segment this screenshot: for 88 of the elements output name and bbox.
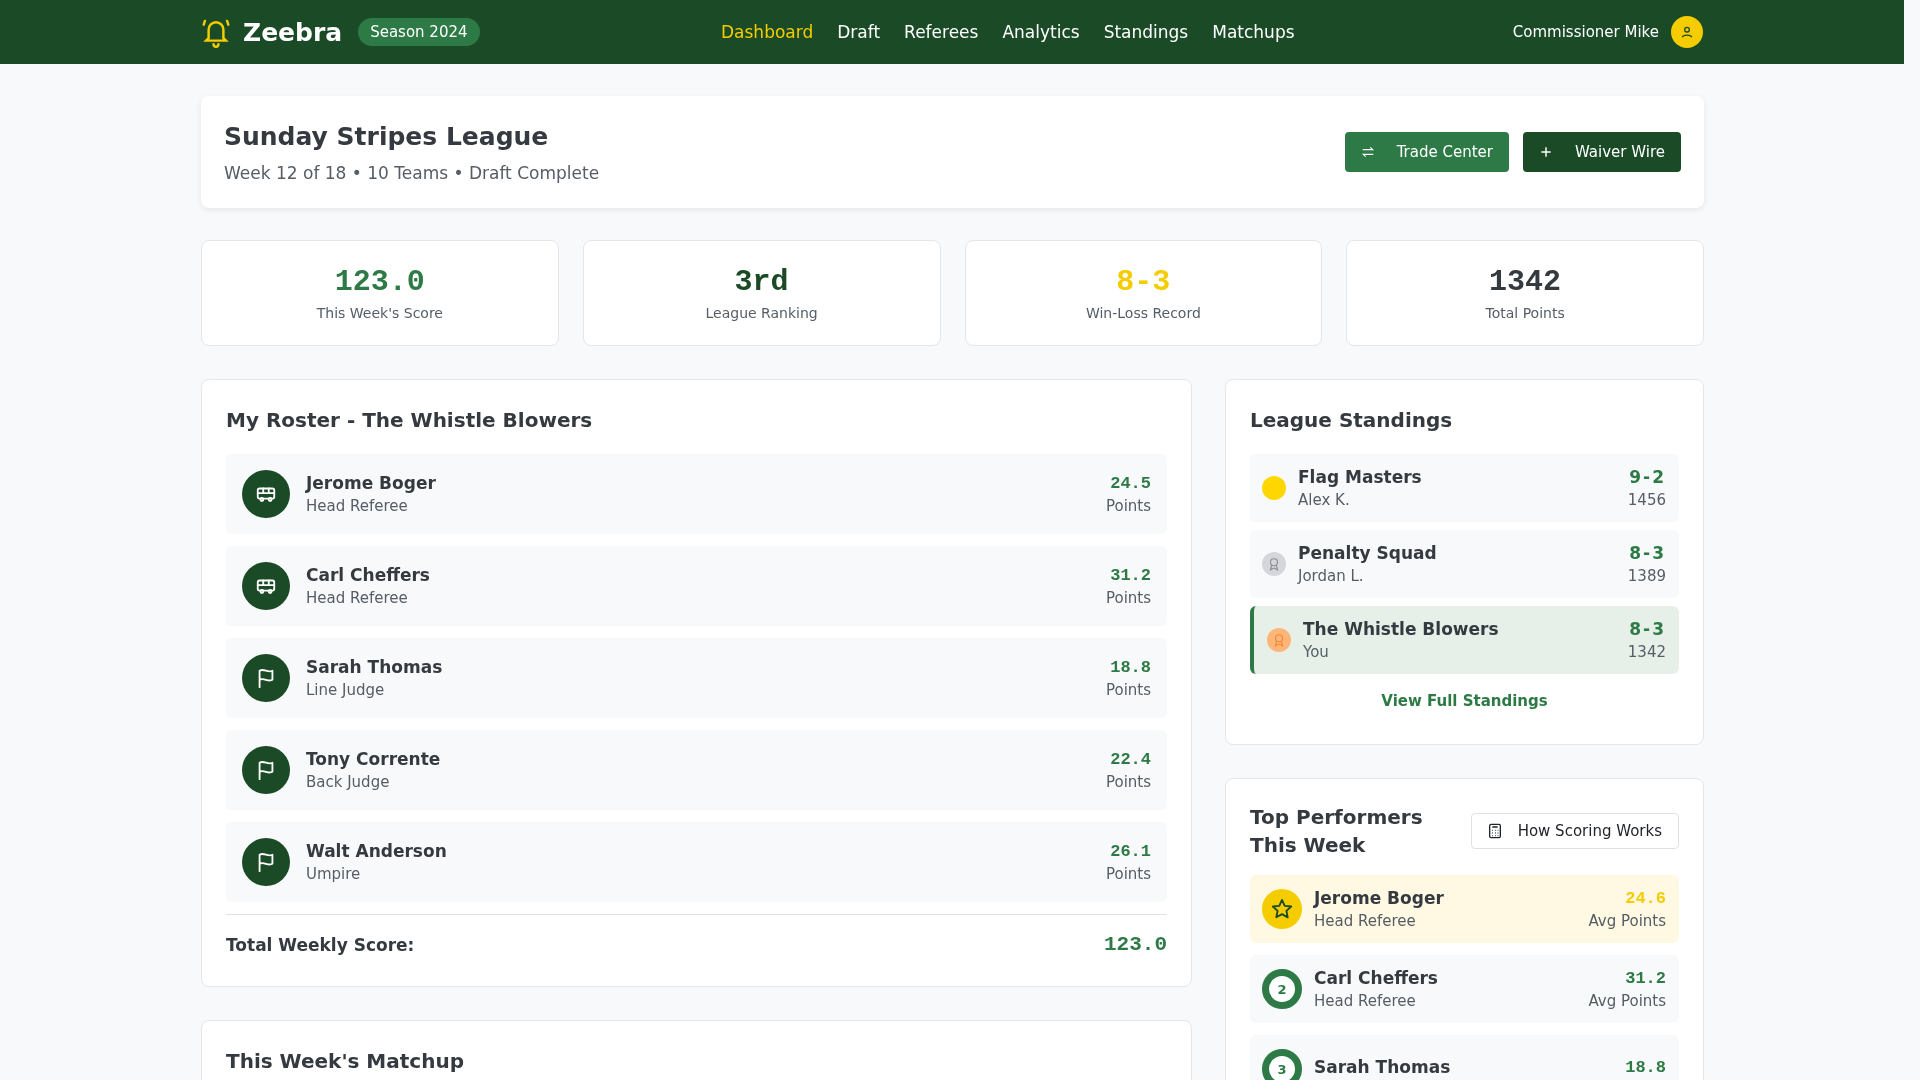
rank-badge: 2	[1262, 969, 1302, 1009]
player-name: Walt Anderson	[306, 841, 448, 861]
stat-value: 8-3	[1116, 265, 1171, 299]
points-label: Points	[1105, 864, 1151, 883]
stat-label: Win-Loss Record	[1085, 305, 1201, 321]
team-owner: Alex K.	[1298, 491, 1351, 509]
player-points: 31.2	[1109, 565, 1151, 585]
player-points: 24.6	[1624, 888, 1666, 908]
points-label: Points	[1105, 680, 1151, 699]
stat-value: 123.0	[334, 265, 425, 299]
player-name: Carl Cheffers	[306, 565, 431, 585]
standings-row[interactable]: The Whistle Blowers You 8-3 1342	[1250, 606, 1679, 674]
player-row[interactable]: Walt Anderson Umpire 26.1 Points	[226, 822, 1167, 902]
waiver-wire-button[interactable]: Waiver Wire	[1523, 132, 1681, 172]
nav-link[interactable]: Referees	[904, 22, 979, 42]
team-record: 9-2	[1628, 467, 1666, 487]
player-row[interactable]: Jerome Boger Head Referee 24.5 Points	[226, 454, 1167, 534]
nav-link[interactable]: Analytics	[1002, 22, 1080, 42]
team-owner: Jordan L.	[1298, 567, 1365, 585]
nav-link[interactable]: Draft	[837, 22, 881, 42]
stat-label: League Ranking	[705, 305, 818, 321]
team-name: The Whistle Blowers	[1303, 619, 1500, 639]
player-points: 18.8	[1625, 1057, 1666, 1077]
points-label: Avg Points	[1588, 911, 1666, 930]
player-row[interactable]: Carl Cheffers Head Referee 31.2 Points	[226, 546, 1167, 626]
stat-label: Total Points	[1485, 305, 1565, 321]
league-subtitle: Week 12 of 18 • 10 Teams • Draft Complete	[224, 162, 600, 183]
player-position: Head Referee	[1314, 992, 1417, 1010]
swap-arrows-icon	[1360, 145, 1375, 159]
player-name: Sarah Thomas	[306, 657, 444, 677]
player-points: 26.1	[1109, 841, 1151, 861]
player-name: Tony Corrente	[306, 749, 442, 769]
team-points: 1389	[1627, 567, 1666, 585]
player-points: 24.5	[1109, 473, 1151, 493]
performer-row[interactable]: 3 Sarah Thomas 18.8	[1250, 1035, 1679, 1080]
player-points: 31.2	[1624, 968, 1666, 988]
team-owner: You	[1303, 643, 1330, 661]
player-position: Head Referee	[306, 589, 409, 607]
brand-name[interactable]: Zeebra	[243, 17, 343, 47]
team-points: 1342	[1627, 643, 1666, 661]
points-label: Points	[1105, 772, 1151, 791]
rank-badge: 3	[1262, 1049, 1302, 1080]
season-badge: Season 2024	[358, 18, 480, 46]
performer-row[interactable]: Jerome Boger Head Referee 24.6 Avg Points	[1250, 875, 1679, 943]
scoring-help-button[interactable]: How Scoring Works	[1470, 813, 1679, 849]
player-points: 22.4	[1109, 749, 1151, 769]
player-name: Sarah Thomas	[1314, 1057, 1452, 1077]
view-standings-link[interactable]: View Full Standings	[1381, 692, 1548, 710]
player-position: Line Judge	[306, 681, 386, 699]
panel-title: This Week's Matchup	[226, 1049, 465, 1073]
team-points: 1456	[1627, 491, 1666, 509]
nav-link[interactable]: Standings	[1103, 22, 1189, 42]
plus-icon	[1539, 145, 1553, 159]
performer-row[interactable]: 2 Carl Cheffers Head Referee 31.2 Avg Points	[1250, 955, 1679, 1023]
stat-value: 3rd	[734, 265, 789, 299]
player-name: Carl Cheffers	[1314, 968, 1439, 988]
panel-title: League Standings	[1250, 408, 1454, 432]
team-name: Flag Masters	[1298, 467, 1423, 487]
standings-row[interactable]: Flag Masters Alex K. 9-2 1456	[1250, 454, 1679, 522]
panel-title: My Roster - The Whistle Blowers	[226, 408, 594, 432]
calculator-icon	[1487, 823, 1502, 839]
total-score: 123.0	[1104, 933, 1167, 956]
points-label: Points	[1105, 496, 1151, 515]
panel-title: Top Performers This Week	[1250, 804, 1424, 859]
points-label: Points	[1105, 588, 1151, 607]
player-name: Jerome Boger	[1314, 888, 1445, 908]
player-position: Head Referee	[1314, 912, 1417, 930]
player-position: Head Referee	[306, 497, 409, 515]
total-label: Total Weekly Score:	[226, 934, 415, 955]
player-points: 18.8	[1109, 657, 1151, 677]
player-row[interactable]: Sarah Thomas Line Judge 18.8 Points	[226, 638, 1167, 718]
standings-row[interactable]: Penalty Squad Jordan L. 8-3 1389	[1250, 530, 1679, 598]
nav-link[interactable]: Dashboard	[721, 22, 814, 42]
player-position: Back Judge	[306, 773, 391, 791]
stat-label: This Week's Score	[316, 305, 443, 321]
nav-link[interactable]: Matchups	[1212, 22, 1295, 42]
points-label: Avg Points	[1588, 991, 1666, 1010]
player-row[interactable]: Tony Corrente Back Judge 22.4 Points	[226, 730, 1167, 810]
stat-value: 1342	[1489, 265, 1562, 299]
player-position: Umpire	[306, 865, 362, 883]
team-name: Penalty Squad	[1298, 543, 1438, 563]
league-title: Sunday Stripes League	[224, 121, 550, 151]
user-name: Commissioner Mike	[1512, 23, 1659, 41]
trade-center-button[interactable]: Trade Center	[1344, 132, 1509, 172]
team-record: 8-3	[1628, 619, 1666, 639]
player-name: Jerome Boger	[306, 473, 437, 493]
user-avatar-icon[interactable]	[1671, 16, 1703, 48]
team-record: 8-3	[1628, 543, 1666, 563]
